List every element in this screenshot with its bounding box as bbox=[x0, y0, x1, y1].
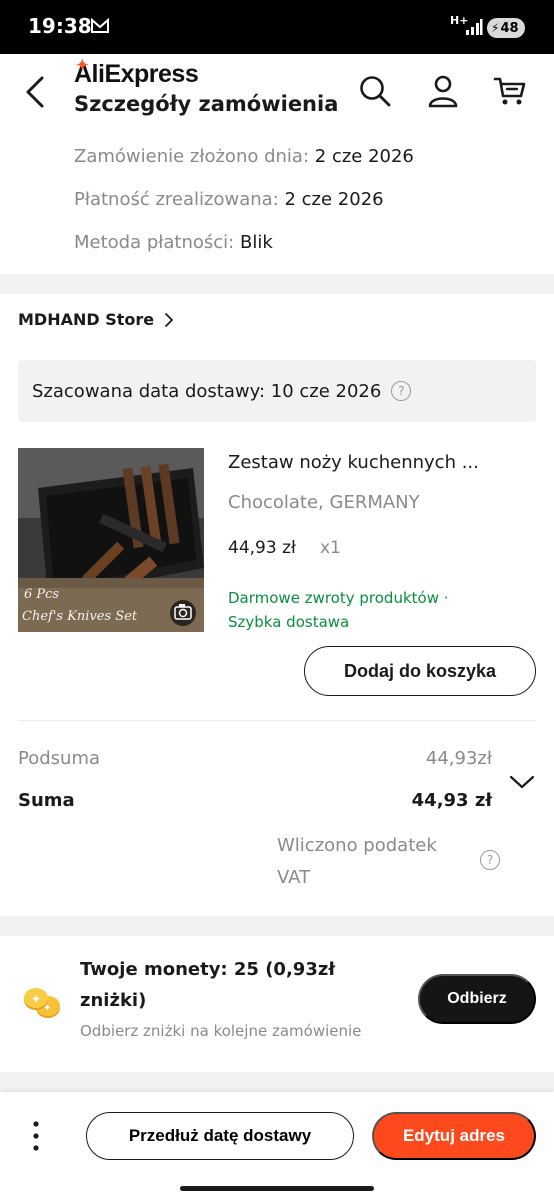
subtotal-value: 44,93zł bbox=[425, 748, 492, 769]
order-placed-row: Zamówienie złożono dnia: 2 cze 2026 bbox=[74, 146, 414, 167]
store-link[interactable]: MDHAND Store bbox=[18, 310, 174, 329]
search-icon[interactable] bbox=[358, 74, 392, 108]
delivery-estimate: Szacowana data dostawy: 10 cze 2026 ? bbox=[18, 360, 536, 422]
total-label: Suma bbox=[18, 790, 75, 811]
section-divider bbox=[0, 274, 554, 294]
subtotal-label: Podsuma bbox=[18, 748, 101, 769]
more-vertical-icon[interactable] bbox=[24, 1116, 48, 1156]
image-caption-1: 6 Pcs bbox=[24, 587, 59, 602]
section-divider bbox=[0, 916, 554, 936]
coins-title: Twoje monety: 25 (0,93zł zniżki) bbox=[80, 959, 335, 1011]
total-value: 44,93 zł bbox=[411, 790, 492, 811]
status-bar: 19:38 H+ ⚡ 48 bbox=[0, 0, 554, 54]
brand-star-icon: ✦ bbox=[76, 57, 89, 74]
vat-help-icon[interactable]: ? bbox=[480, 850, 500, 870]
payment-row: Płatność zrealizowana: 2 cze 2026 bbox=[74, 189, 384, 210]
payment-method-value: Blik bbox=[239, 232, 273, 253]
divider bbox=[18, 720, 536, 721]
bottom-action-bar: Przedłuż datę dostawy Edytuj adres bbox=[0, 1092, 554, 1200]
coins-icon: ✦ ✦ bbox=[24, 988, 60, 1018]
help-circle-icon[interactable]: ? bbox=[391, 381, 412, 401]
product-quantity: x1 bbox=[320, 538, 341, 558]
store-name: MDHAND Store bbox=[18, 310, 155, 329]
order-placed-value: 2 cze 2026 bbox=[314, 146, 414, 167]
mail-notification-icon bbox=[91, 17, 109, 33]
edit-address-button[interactable]: Edytuj adres bbox=[372, 1112, 536, 1160]
brand-name: AliExpress bbox=[74, 60, 199, 88]
signal-icon bbox=[466, 19, 483, 35]
section-divider bbox=[0, 1072, 554, 1092]
claim-coins-button[interactable]: Odbierz bbox=[418, 974, 536, 1024]
page-title: Szczegóły zamówienia bbox=[74, 92, 339, 116]
chevron-right-icon bbox=[165, 312, 174, 327]
header: ✦ AliExpress Szczegóły zamówienia bbox=[0, 54, 554, 138]
home-indicator[interactable] bbox=[180, 1186, 374, 1191]
cart-icon[interactable] bbox=[493, 74, 527, 108]
product-image-art: 6 Pcs Chef's Knives Set bbox=[18, 448, 204, 632]
order-placed-label: Zamówienie złożono dnia: bbox=[74, 146, 310, 167]
product-variant: Chocolate, GERMANY bbox=[228, 492, 420, 513]
battery-indicator: ⚡ 48 bbox=[487, 18, 525, 38]
product-perks: Darmowe zwroty produktów · Szybka dostaw… bbox=[228, 586, 528, 634]
payment-label: Płatność zrealizowana: bbox=[74, 189, 279, 210]
perks-line-2: Szybka dostawa bbox=[228, 613, 350, 631]
product-image[interactable]: 6 Pcs Chef's Knives Set bbox=[18, 448, 204, 632]
chevron-down-icon[interactable] bbox=[508, 770, 536, 794]
payment-method-row: Metoda płatności: Blik bbox=[74, 232, 273, 253]
add-to-cart-button[interactable]: Dodaj do koszyka bbox=[304, 646, 536, 696]
battery-level: 48 bbox=[500, 20, 519, 36]
status-time: 19:38 bbox=[28, 14, 92, 38]
image-caption-2: Chef's Knives Set bbox=[22, 609, 138, 624]
brand-logo: ✦ AliExpress bbox=[74, 57, 199, 89]
svg-text:✦: ✦ bbox=[43, 1003, 51, 1014]
delivery-estimate-text: Szacowana data dostawy: 10 cze 2026 bbox=[32, 380, 382, 402]
payment-method-label: Metoda płatności: bbox=[74, 232, 235, 253]
vat-note: Wliczono podatek VAT bbox=[277, 835, 437, 888]
coins-subtitle: Odbierz zniżki na kolejne zamówienie bbox=[80, 1022, 362, 1040]
payment-value: 2 cze 2026 bbox=[284, 189, 384, 210]
product-title[interactable]: Zestaw noży kuchennych ... bbox=[228, 452, 479, 473]
svg-text:✦: ✦ bbox=[31, 992, 41, 1006]
perks-line-1: Darmowe zwroty produktów · bbox=[228, 589, 449, 607]
back-arrow-icon[interactable] bbox=[20, 72, 54, 112]
charging-icon: ⚡ bbox=[491, 21, 500, 35]
product-price: 44,93 zł bbox=[228, 538, 296, 558]
extend-delivery-button[interactable]: Przedłuż datę dostawy bbox=[86, 1112, 354, 1160]
account-icon[interactable] bbox=[426, 74, 460, 108]
